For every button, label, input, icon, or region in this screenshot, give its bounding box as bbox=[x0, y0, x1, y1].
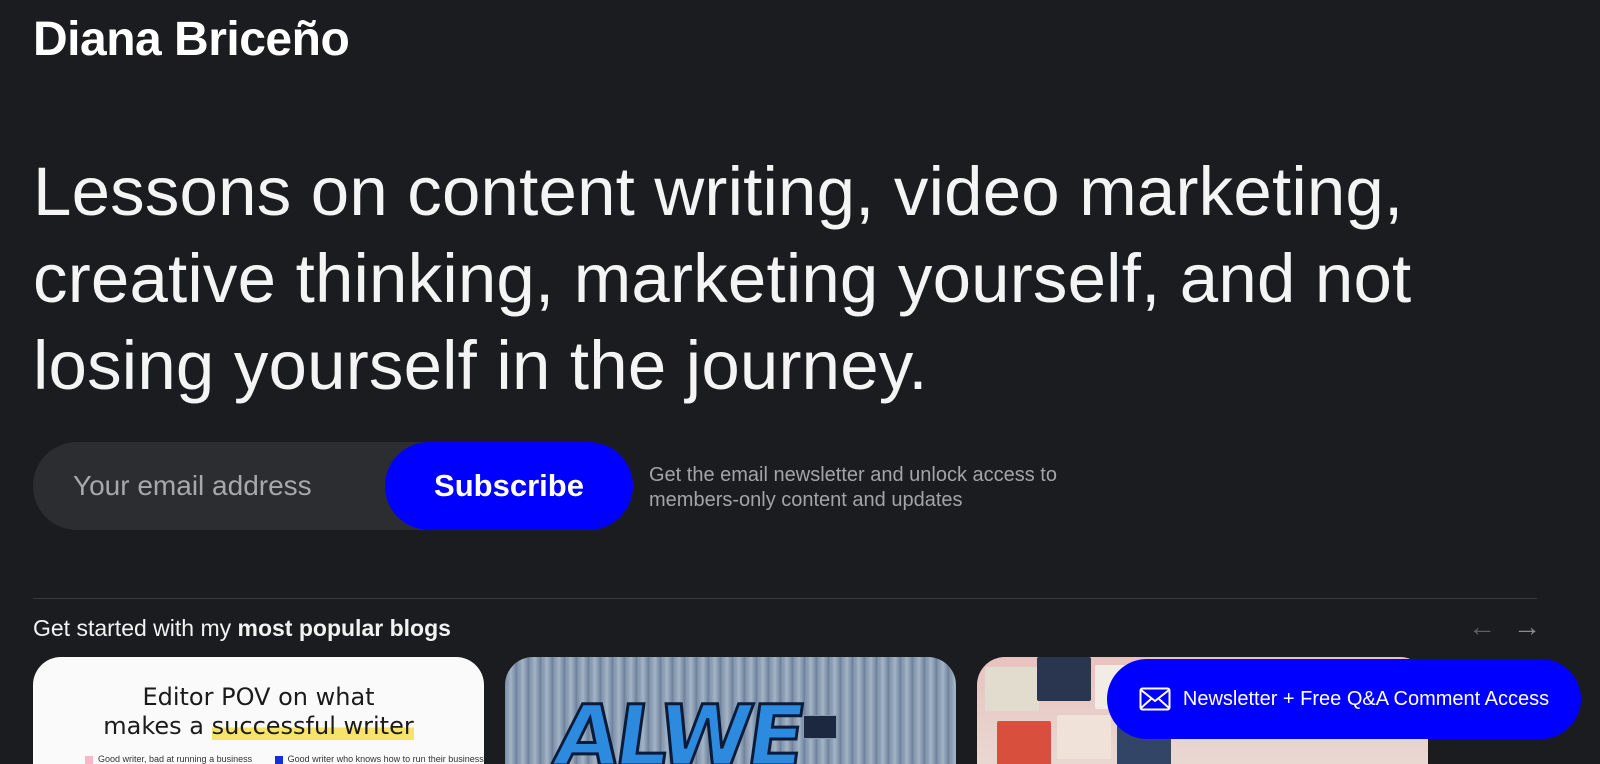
collage-tile bbox=[1037, 657, 1091, 701]
card-legend: Good writer, bad at running a business G… bbox=[85, 754, 484, 764]
signup-form: Subscribe bbox=[33, 442, 633, 530]
subscribe-button[interactable]: Subscribe bbox=[385, 442, 633, 530]
hero-tagline: Lessons on content writing, video market… bbox=[33, 153, 1412, 404]
signup-note: Get the email newsletter and unlock acce… bbox=[649, 464, 1057, 511]
card-title-line2-pre: makes a bbox=[103, 712, 212, 740]
card-title-highlight: successful writer bbox=[211, 712, 414, 740]
newsletter-cta-label: Newsletter + Free Q&A Comment Access bbox=[1182, 687, 1550, 710]
graffiti-image: ALWE bbox=[547, 686, 810, 764]
legend-blue-swatch bbox=[274, 755, 283, 764]
card-title-line1: Editor POV on what bbox=[142, 683, 375, 711]
legend-left-label: Good writer, bad at running a business bbox=[98, 754, 253, 764]
popular-blogs-heading: Get started with my most popular blogs bbox=[33, 615, 451, 642]
legend-right-label: Good writer who knows how to run their b… bbox=[287, 754, 484, 764]
blog-card-editor-pov[interactable]: Editor POV on what makes a successful wr… bbox=[33, 657, 484, 764]
blog-card-image-text: Editor POV on what makes a successful wr… bbox=[33, 683, 484, 741]
legend-pink-swatch bbox=[85, 755, 93, 764]
heading-bold: most popular blogs bbox=[237, 615, 451, 641]
card-title-line2: makes a successful writer bbox=[33, 712, 484, 741]
wall-sign-image bbox=[803, 715, 837, 739]
blog-card-graffiti[interactable]: ALWE bbox=[505, 657, 956, 764]
heading-prefix: Get started with my bbox=[33, 615, 238, 641]
collage-tile bbox=[985, 667, 1039, 711]
page: Diana Briceño Lessons on content writing… bbox=[0, 0, 1600, 764]
collage-tile bbox=[997, 721, 1051, 764]
carousel-prev-arrow-icon[interactable]: ← bbox=[1467, 612, 1497, 642]
carousel-next-arrow-icon[interactable]: → bbox=[1512, 612, 1542, 642]
newsletter-cta-button[interactable]: Newsletter + Free Q&A Comment Access bbox=[1107, 659, 1581, 739]
email-input[interactable] bbox=[33, 442, 393, 530]
section-divider bbox=[33, 598, 1537, 599]
collage-tile bbox=[1057, 715, 1111, 759]
envelope-icon bbox=[1139, 687, 1171, 711]
site-title[interactable]: Diana Briceño bbox=[33, 12, 350, 67]
